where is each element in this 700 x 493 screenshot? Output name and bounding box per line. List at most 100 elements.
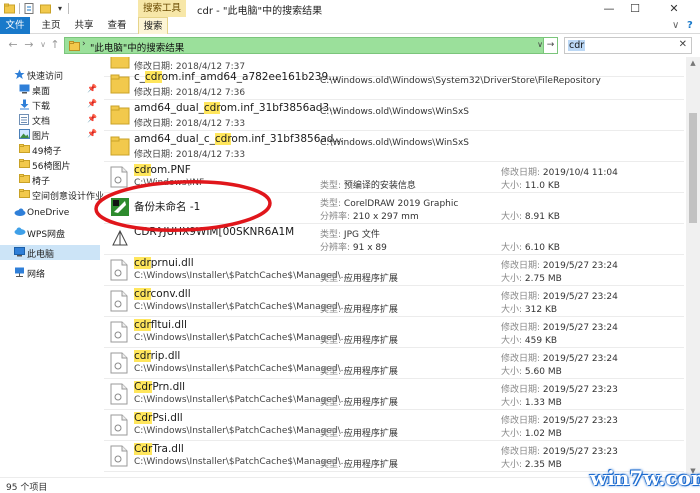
qat-dropdown-icon[interactable]: ▾ xyxy=(54,0,66,17)
tab-search[interactable]: 搜索 xyxy=(138,17,168,34)
nav-wps[interactable]: WPS网盘 xyxy=(0,225,100,240)
address-bar[interactable]: › "此电脑"中的搜索结果 ∨ → xyxy=(64,37,558,54)
file-size: 大小: 8.91 KB xyxy=(501,212,560,222)
match-highlight: Cdr xyxy=(134,443,153,455)
folder-icon xyxy=(110,74,130,94)
nav-label: 下载 xyxy=(32,102,51,112)
nav-label: 此电脑 xyxy=(27,250,55,260)
list-item[interactable]: cdrrip.dll C:\Windows\Installer\$PatchCa… xyxy=(104,348,684,379)
scrollbar-thumb[interactable] xyxy=(689,113,697,223)
help-icon[interactable]: ? xyxy=(687,20,693,31)
file-name: cdrfltui.dll xyxy=(134,319,187,331)
folder-icon xyxy=(110,105,130,125)
item-count: 95 个项目 xyxy=(6,483,48,493)
list-item[interactable]: 备份未命名 -1 类型: CorelDRAW 2019 Graphic 分辨率:… xyxy=(104,193,684,224)
file-modified: 修改日期: 2019/5/27 23:24 xyxy=(501,354,618,364)
nav-label: OneDrive xyxy=(27,208,70,218)
list-item[interactable]: CdrPsi.dll C:\Windows\Installer\$PatchCa… xyxy=(104,410,684,441)
file-modified: 修改日期: 2018/4/12 7:33 xyxy=(134,119,246,129)
tab-view[interactable]: 查看 xyxy=(103,17,131,34)
nav-folder-49chairs[interactable]: 49椅子 xyxy=(0,142,100,157)
list-item[interactable]: cdrconv.dll C:\Windows\Installer\$PatchC… xyxy=(104,286,684,317)
ribbon-collapse-icon[interactable]: ∨ xyxy=(672,20,679,31)
file-location: C:\Windows.old\Windows\System32\DriverSt… xyxy=(320,76,601,86)
file-size: 大小: 1.02 MB xyxy=(501,429,562,439)
nav-folder-chairs[interactable]: 椅子 xyxy=(0,172,100,187)
list-item[interactable]: cdrprnui.dll C:\Windows\Installer\$Patch… xyxy=(104,255,684,286)
list-item[interactable]: cdrfltui.dll C:\Windows\Installer\$Patch… xyxy=(104,317,684,348)
close-button[interactable]: ✕ xyxy=(648,0,700,17)
file-location: C:\Windows\INF xyxy=(134,178,205,188)
nav-quick-access[interactable]: 快速访问 xyxy=(0,67,100,82)
nav-network[interactable]: 网络 xyxy=(0,265,100,280)
tab-share[interactable]: 共享 xyxy=(70,17,98,34)
breadcrumb-arrow-icon[interactable]: › xyxy=(82,39,86,49)
file-modified: 修改日期: 2019/5/27 23:23 xyxy=(501,385,618,395)
breadcrumb[interactable]: "此电脑"中的搜索结果 xyxy=(90,40,184,54)
nav-onedrive[interactable]: OneDrive xyxy=(0,206,100,221)
nav-label: 空间创意设计作业 xyxy=(32,192,105,202)
pin-icon[interactable]: 📌 xyxy=(87,114,97,123)
folder-icon xyxy=(19,189,30,198)
list-item[interactable]: amd64_dual_c_cdrom.inf_31bf3856ad... 修改日… xyxy=(104,131,684,162)
list-item[interactable]: cdrom.PNF C:\Windows\INF 类型: 预编译的安装信息 修改… xyxy=(104,162,684,193)
dll-file-icon xyxy=(110,414,128,436)
file-location: C:\Windows.old\Windows\WinSxS xyxy=(320,107,470,117)
folder-icon xyxy=(19,144,30,153)
up-arrow-icon[interactable]: ↑ xyxy=(48,38,62,52)
file-resolution: 分辨率: 91 x 89 xyxy=(320,243,387,253)
file-name: cdrrip.dll xyxy=(134,350,181,362)
minimize-button[interactable]: — xyxy=(596,0,622,17)
pin-icon[interactable]: 📌 xyxy=(87,84,97,93)
file-size: 大小: 312 KB xyxy=(501,305,558,315)
tab-file[interactable]: 文件 xyxy=(0,17,30,34)
file-name: 备份未命名 -1 xyxy=(134,201,201,213)
list-item[interactable]: CDR}JUHX9WIM[00SKNR6A1M 类型: JPG 文件 分辨率: … xyxy=(104,224,684,255)
vertical-scrollbar[interactable]: ▲ ▼ xyxy=(686,57,700,477)
file-location: C:\Windows\Installer\$PatchCache$\Manage… xyxy=(134,457,350,467)
search-results-icon xyxy=(69,41,80,51)
pin-icon[interactable]: 📌 xyxy=(87,99,97,108)
list-item[interactable]: c_cdrom.inf_amd64_a782ee161b239... 修改日期:… xyxy=(104,69,684,100)
back-arrow-icon[interactable]: ← xyxy=(6,38,20,52)
nav-desktop[interactable]: 桌面 📌 xyxy=(0,82,100,97)
file-resolution: 分辨率: 210 x 297 mm xyxy=(320,212,419,222)
clear-search-icon[interactable]: ✕ xyxy=(679,39,687,50)
list-item[interactable]: amd64_dual_cdrom.inf_31bf3856ad3... 修改日期… xyxy=(104,100,684,131)
file-modified: 修改日期: 2019/5/27 23:23 xyxy=(501,416,618,426)
match-highlight: cdr xyxy=(134,350,151,362)
file-modified: 修改日期: 2018/4/12 7:36 xyxy=(134,88,246,98)
nav-pictures[interactable]: 图片 📌 xyxy=(0,127,100,142)
match-highlight: Cdr xyxy=(134,412,153,424)
pin-icon[interactable]: 📌 xyxy=(87,129,97,138)
properties-icon[interactable] xyxy=(24,3,35,14)
scroll-up-icon[interactable]: ▲ xyxy=(686,57,700,69)
nav-folder-space-design[interactable]: 空间创意设计作业 xyxy=(0,187,104,202)
file-type: 类型: CorelDRAW 2019 Graphic xyxy=(320,199,459,209)
nav-downloads[interactable]: 下载 📌 xyxy=(0,97,100,112)
file-size: 大小: 5.60 MB xyxy=(501,367,562,377)
nav-documents[interactable]: 文档 📌 xyxy=(0,112,100,127)
refresh-icon[interactable]: → xyxy=(543,38,557,53)
file-location: C:\Windows\Installer\$PatchCache$\Manage… xyxy=(134,364,350,374)
nav-label: 56椅图片 xyxy=(32,162,71,172)
file-type: 类型: 应用程序扩展 xyxy=(320,274,398,284)
file-location: C:\Windows\Installer\$PatchCache$\Manage… xyxy=(134,426,350,436)
folder-icon xyxy=(19,174,30,183)
dll-file-icon xyxy=(110,383,128,405)
coreldraw-icon xyxy=(111,198,129,216)
search-term[interactable]: cdr xyxy=(568,40,586,51)
forward-arrow-icon[interactable]: → xyxy=(22,38,36,52)
file-location: C:\Windows.old\Windows\WinSxS xyxy=(320,138,470,148)
file-location: C:\Windows\Installer\$PatchCache$\Manage… xyxy=(134,271,350,281)
maximize-button[interactable]: ☐ xyxy=(622,0,648,17)
search-input[interactable]: cdr ✕ xyxy=(564,37,692,54)
new-folder-icon[interactable] xyxy=(40,3,51,14)
match-highlight: cdr xyxy=(214,133,232,145)
tab-home[interactable]: 主页 xyxy=(37,17,65,34)
list-item[interactable]: CdrPrn.dll C:\Windows\Installer\$PatchCa… xyxy=(104,379,684,410)
dll-file-icon xyxy=(110,445,128,467)
ribbon: 文件 主页 共享 查看 搜索 ∨ ? xyxy=(0,17,700,34)
nav-this-pc[interactable]: 此电脑 xyxy=(0,245,100,260)
nav-folder-56chair-pictures[interactable]: 56椅图片 xyxy=(0,157,100,172)
